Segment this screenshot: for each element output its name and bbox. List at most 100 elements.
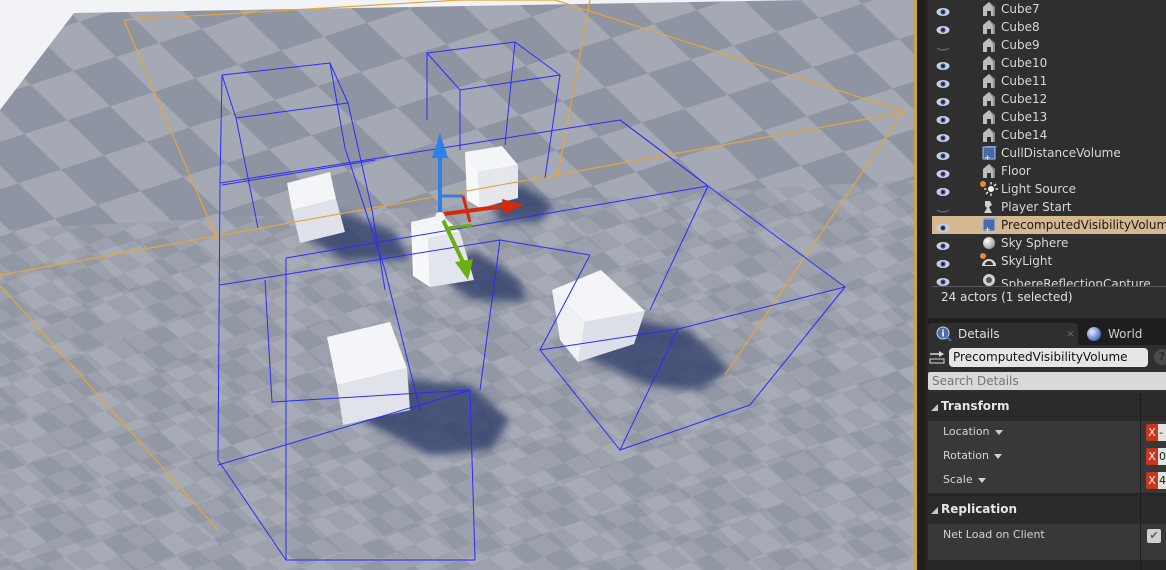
outliner-row-label: Light Source [1001,182,1076,196]
outliner-row[interactable]: Cube10 [932,54,1166,72]
outliner-footer: 24 actors (1 selected) [926,288,1166,318]
static-mesh-icon [980,19,998,35]
outliner-row-label: PrecomputedVisibilityVolume [1001,218,1166,232]
static-mesh-icon [980,55,998,71]
rotation-x-field[interactable]: 0 [1158,448,1166,465]
outliner-row[interactable]: SkyLight [932,252,1166,270]
property-scale: Scale X 4 [928,469,1166,493]
eye-closed-icon[interactable] [936,40,950,51]
static-mesh-icon [980,37,998,53]
tab-details[interactable]: i Details × [928,323,1078,345]
viewport-scene[interactable] [0,0,917,570]
eye-icon[interactable] [936,94,950,106]
actor-name-field[interactable] [949,348,1148,367]
outliner-row[interactable]: Cube14 [932,126,1166,144]
outliner-row[interactable]: + PrecomputedVisibilityVolume [932,216,1166,234]
panel-splitter[interactable] [917,0,926,570]
outliner-row-label: Cube9 [1001,38,1040,52]
category-transform[interactable]: Transform [928,393,1166,421]
eye-icon[interactable] [936,148,950,160]
outliner-row[interactable]: + CullDistanceVolume [932,144,1166,162]
eye-icon[interactable] [936,76,950,88]
property-label[interactable]: Scale [943,473,986,486]
outliner-row-label: Cube8 [1001,20,1040,34]
svg-text:+: + [984,153,991,161]
collapse-triangle-icon[interactable] [931,404,938,411]
static-mesh-icon [980,91,998,107]
eye-icon[interactable] [936,256,950,268]
property-label[interactable]: Rotation [943,449,1003,462]
right-panel: Cube7 Cube8 Cube9 Cube10 Cube11 Cube12 Cube13 C… [926,0,1166,570]
tab-world-settings[interactable]: World Setti [1082,323,1166,363]
outliner-row-label: SphereReflectionCapture [1001,277,1151,286]
outliner-row[interactable]: Light Source [932,180,1166,198]
eye-icon[interactable] [936,166,950,178]
property-label: Net Load on Client [943,528,1045,541]
sphere-icon [980,235,998,251]
eye-closed-icon[interactable] [936,202,950,213]
eye-icon[interactable] [936,130,950,142]
eye-icon[interactable] [936,220,950,232]
outliner-row[interactable]: Player Start [932,198,1166,216]
panel-left-edge [926,0,928,570]
outliner-row[interactable]: Floor [932,162,1166,180]
close-icon[interactable]: × [1066,323,1075,345]
eye-icon[interactable] [936,22,950,34]
eye-icon[interactable] [936,112,950,124]
outliner-row-label: Cube10 [1001,56,1048,70]
actor-class-icon [929,351,945,364]
eye-icon[interactable] [936,238,950,250]
static-mesh-icon [980,73,998,89]
actor-name-row: ? [926,345,1166,371]
level-viewport[interactable] [0,0,917,570]
chevron-down-icon[interactable] [977,477,986,483]
chevron-down-icon[interactable] [994,429,1003,435]
search-details-input[interactable] [928,372,1166,390]
outliner-row-label: Cube13 [1001,110,1048,124]
player-start-icon [980,199,998,215]
gizmo-center-handle[interactable] [435,212,445,222]
location-x-label: X [1146,424,1158,441]
category-label: Replication [941,502,1018,516]
category-replication[interactable]: Replication [928,496,1166,524]
outliner-row-label: Cube7 [1001,2,1040,16]
outliner-row[interactable]: Cube12 [932,90,1166,108]
outliner-row[interactable]: Sky Sphere [932,234,1166,252]
help-icon[interactable]: ? [1154,349,1166,365]
net-load-on-client-checkbox[interactable]: ✔ [1147,529,1161,543]
scale-x-field[interactable]: 4 [1158,472,1166,489]
details-panel: ? Transform Location X - Rotation X 0 [926,345,1166,570]
tab-details-label: Details [958,327,1000,341]
chevron-down-icon[interactable] [994,453,1003,459]
eye-icon[interactable] [936,184,950,196]
collapse-triangle-icon[interactable] [931,507,938,514]
category-label: Transform [941,399,1010,413]
eye-icon[interactable] [936,58,950,70]
outliner-row[interactable]: Cube9 [932,36,1166,54]
property-label[interactable]: Location [943,425,1003,438]
outliner-row[interactable]: Cube8 [932,18,1166,36]
outliner-separator [932,286,1166,287]
outliner-row[interactable]: Cube7 [932,0,1166,18]
outliner-row[interactable]: Cube11 [932,72,1166,90]
outliner-row[interactable]: SphereReflectionCapture [932,270,1166,286]
location-x-field[interactable]: - [1158,424,1166,441]
eye-icon[interactable] [936,4,950,16]
static-mesh-icon [980,109,998,125]
property-net-load-on-client: Net Load on Client ✔ [928,524,1166,560]
static-mesh-icon [980,163,998,179]
volume-icon: + [980,217,998,234]
details-info-icon: i [936,326,952,342]
column-splitter[interactable] [1140,393,1141,570]
outliner-row-label: CullDistanceVolume [1001,146,1121,160]
property-location: Location X - [928,421,1166,445]
globe-icon [1087,327,1101,341]
scale-x-label: X [1146,472,1158,489]
sky-light-icon [980,253,998,269]
eye-icon[interactable] [936,274,950,286]
outliner-row-label: Cube11 [1001,74,1048,88]
outliner-list[interactable]: Cube7 Cube8 Cube9 Cube10 Cube11 Cube12 Cube13 C… [932,0,1166,286]
outliner-row-label: Cube12 [1001,92,1048,106]
outliner-row[interactable]: Cube13 [932,108,1166,126]
details-tab-bar: i Details × World Setti [926,323,1166,363]
